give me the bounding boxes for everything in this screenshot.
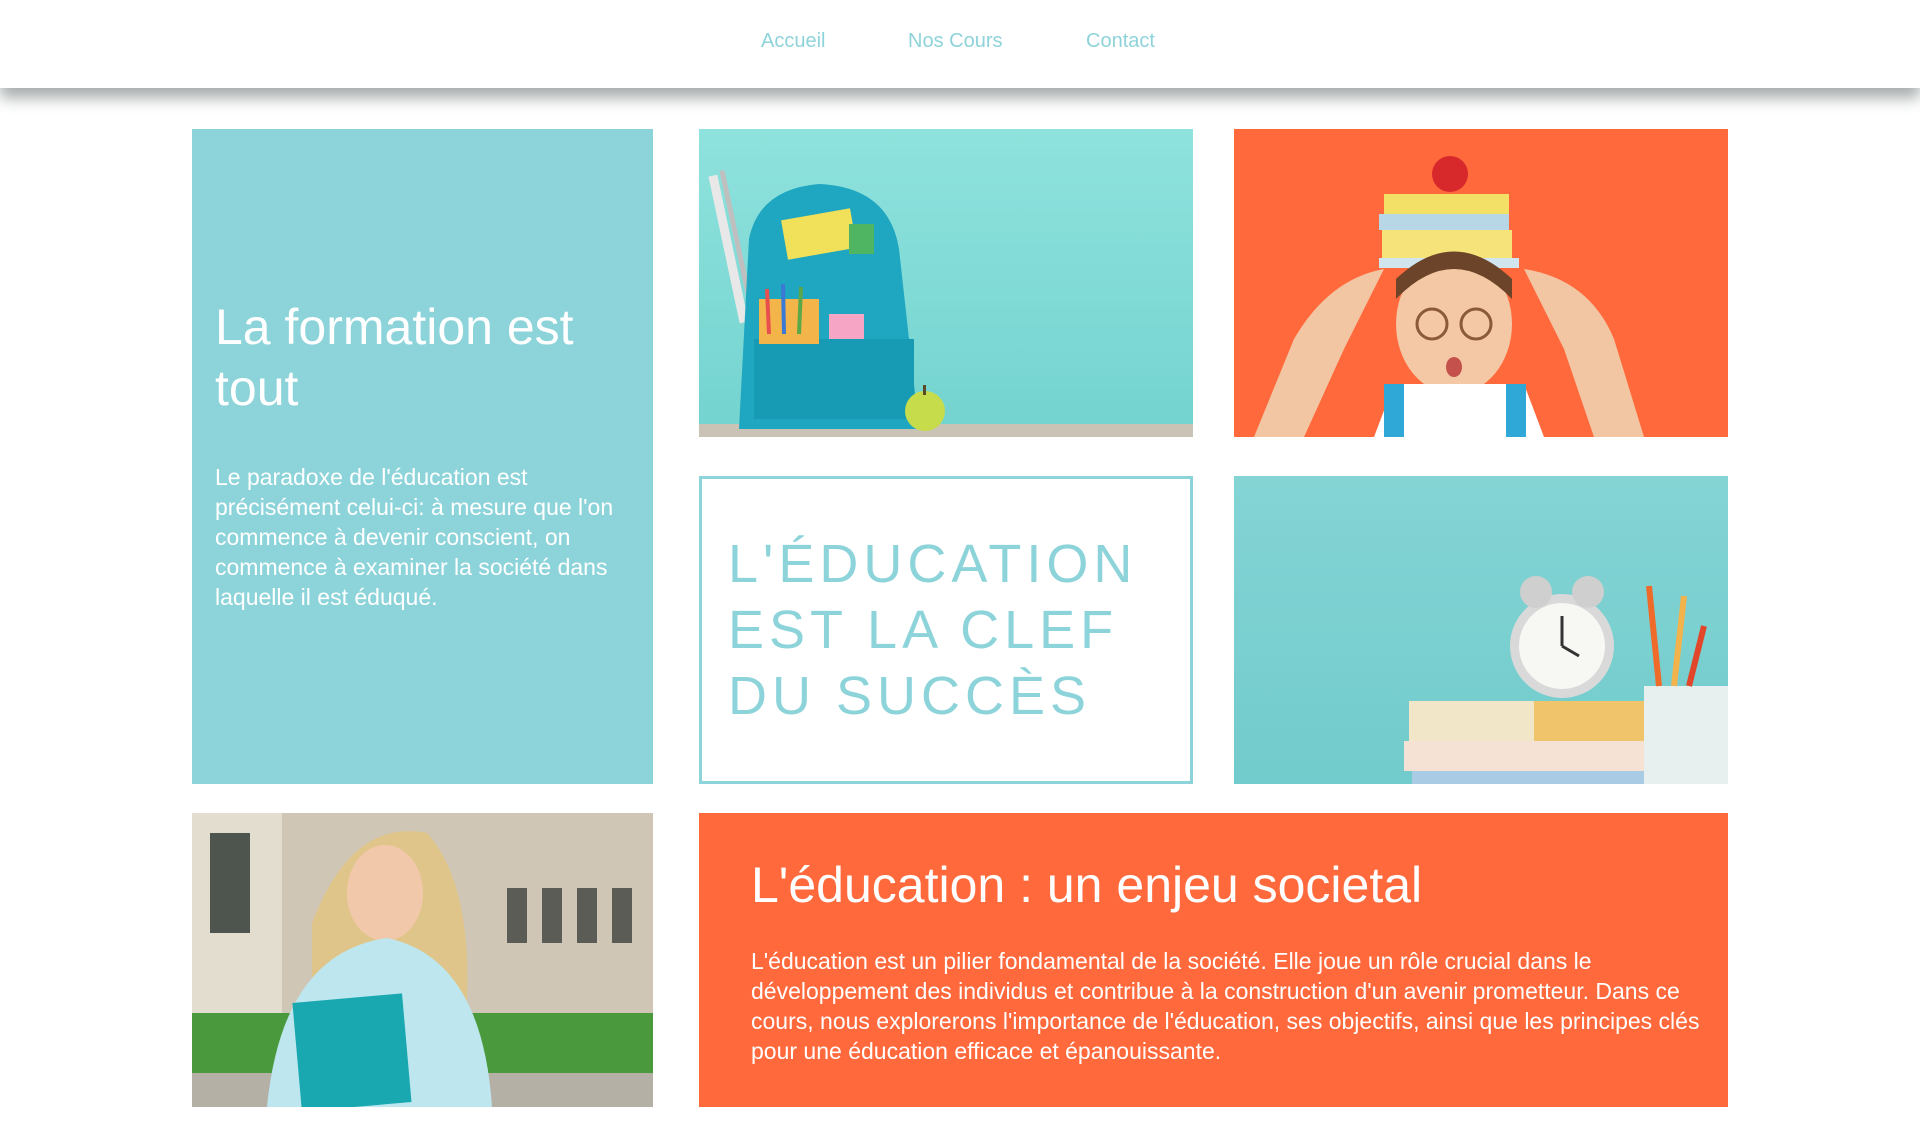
intro-title: La formation est tout bbox=[215, 299, 574, 416]
nav-link-nos-cours[interactable]: Nos Cours bbox=[908, 30, 1002, 53]
societal-card: L'éducation : un enjeu societal L'éducat… bbox=[699, 813, 1728, 1107]
top-navigation: Accueil Nos Cours Contact bbox=[0, 0, 1920, 88]
societal-title: L'éducation : un enjeu societal bbox=[751, 857, 1423, 913]
quote-line-2: EST LA CLEF bbox=[728, 600, 1119, 660]
nav-link-accueil[interactable]: Accueil bbox=[761, 30, 825, 53]
intro-card: La formation est tout Le paradoxe de l'é… bbox=[192, 129, 653, 784]
alarm-clock-photo bbox=[1234, 476, 1728, 784]
quote-line-1: L'ÉDUCATION bbox=[728, 534, 1138, 594]
student-books-photo bbox=[1234, 129, 1728, 437]
nav-link-contact[interactable]: Contact bbox=[1086, 30, 1155, 53]
quote-card: L'ÉDUCATION EST LA CLEF DU SUCCÈS bbox=[699, 476, 1193, 784]
intro-text: Le paradoxe de l'éducation est préciséme… bbox=[215, 464, 614, 610]
quote-line-3: DU SUCCÈS bbox=[728, 666, 1092, 726]
societal-text: L'éducation est un pilier fondamental de… bbox=[751, 948, 1700, 1064]
student-girl-photo bbox=[192, 813, 653, 1107]
backpack-photo bbox=[699, 129, 1193, 437]
